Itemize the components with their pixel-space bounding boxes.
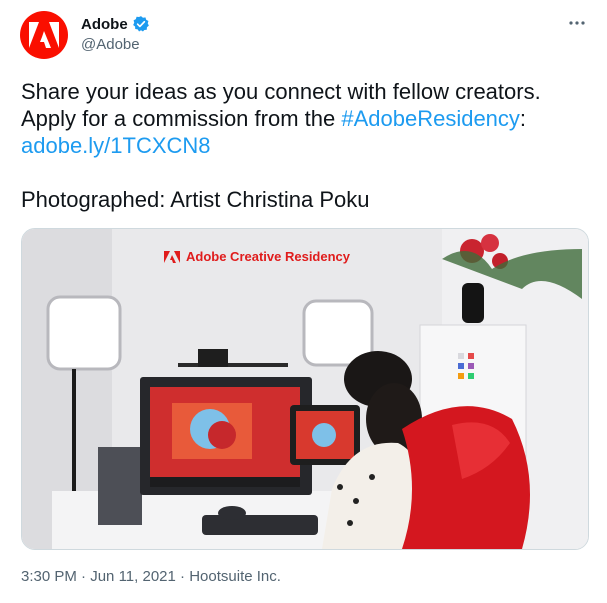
tweet-photo[interactable]: Adobe Creative Residency <box>21 228 589 550</box>
tweet-meta: 3:30 PM · Jun 11, 2021 · Hootsuite Inc. <box>21 568 281 585</box>
tweet-caption: Photographed: Artist Christina Poku <box>21 187 370 212</box>
tweet-line-2-prefix: Apply for a commission from the <box>21 106 342 131</box>
meta-separator: · <box>76 568 91 585</box>
author-name-row[interactable]: Adobe <box>81 15 150 33</box>
author-display-name[interactable]: Adobe <box>81 16 128 33</box>
url-link[interactable]: adobe.ly/1TCXCN8 <box>21 133 211 158</box>
tweet-source: Hootsuite Inc. <box>189 568 281 585</box>
meta-separator: · <box>175 568 190 585</box>
photo-artist-studio: Adobe Creative Residency <box>22 229 588 549</box>
hashtag-link[interactable]: #AdobeResidency <box>341 106 520 131</box>
verified-badge-icon <box>132 16 149 32</box>
tweet-date[interactable]: Jun 11, 2021 <box>90 568 176 585</box>
more-options-icon[interactable] <box>566 12 588 34</box>
banner-text: Adobe Creative Residency <box>186 249 351 264</box>
tweet-line-2-suffix: : <box>519 106 527 131</box>
tweet: Adobe @Adobe Share your ideas as you con… <box>0 0 607 603</box>
tweet-text: Share your ideas as you connect with fel… <box>21 78 581 213</box>
adobe-logo-icon <box>29 22 59 48</box>
author-handle[interactable]: @Adobe <box>81 36 140 53</box>
tweet-line-1: Share your ideas as you connect with fel… <box>21 79 541 104</box>
avatar[interactable] <box>20 11 68 59</box>
tweet-time[interactable]: 3:30 PM <box>21 568 77 585</box>
